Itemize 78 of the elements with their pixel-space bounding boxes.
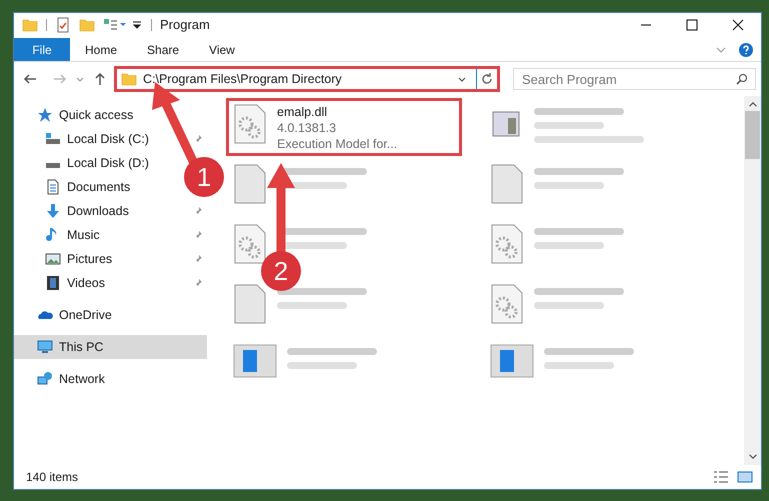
- refresh-icon[interactable]: [480, 72, 494, 86]
- picture-icon: [45, 251, 61, 267]
- gear-file-icon: [490, 284, 524, 324]
- film-icon: [45, 275, 61, 291]
- minimize-icon: [640, 24, 652, 26]
- sidebar-item[interactable]: Downloads: [14, 199, 207, 223]
- sidebar-label: Network: [59, 370, 105, 388]
- sidebar-group[interactable]: Quick access: [14, 103, 142, 127]
- sidebar-item[interactable]: Local Disk (D:): [14, 151, 157, 175]
- customize-toolbar-icon[interactable]: [103, 16, 127, 32]
- folder-icon: [22, 16, 38, 32]
- item-count: 140 items: [26, 469, 78, 486]
- ribbon-tab[interactable]: Home: [70, 38, 132, 61]
- sidebar-label: OneDrive: [59, 306, 112, 324]
- sidebar-label: Local Disk (C:): [67, 130, 149, 148]
- sidebar-label: Pictures: [67, 250, 112, 268]
- ribbon-tab[interactable]: File: [14, 38, 70, 61]
- blurred-detail-bar: [534, 122, 604, 129]
- search-field[interactable]: Search Program: [513, 68, 756, 90]
- search-icon[interactable]: [736, 73, 748, 85]
- file-name: emalp.dll: [277, 104, 328, 120]
- sidebar-label: Local Disk (D:): [67, 154, 149, 172]
- blurred-detail-bar: [534, 242, 604, 249]
- blurred-detail-bar: [277, 302, 347, 309]
- drive-icon: [45, 131, 61, 147]
- sidebar-item[interactable]: Documents: [14, 175, 138, 199]
- sidebar-item[interactable]: Music: [14, 223, 207, 247]
- scrollbar-thumb[interactable]: [745, 111, 760, 159]
- window-app-icon: [233, 344, 277, 378]
- ribbon-tab[interactable]: View: [194, 38, 250, 61]
- help-icon[interactable]: [739, 42, 753, 56]
- chevron-up-icon[interactable]: [748, 102, 756, 107]
- scrollbar[interactable]: [744, 96, 761, 465]
- gear-file-icon: [233, 224, 267, 264]
- blurred-detail-bar: [534, 182, 604, 189]
- sidebar-item[interactable]: Pictures: [14, 247, 207, 271]
- blurred-detail-bar: [544, 362, 614, 369]
- blurred-detail-bar: [287, 362, 357, 369]
- sidebar-label: This PC: [59, 338, 104, 356]
- gear-file-icon: [233, 104, 267, 144]
- sidebar-group[interactable]: OneDrive: [14, 303, 120, 327]
- maximize-icon: [686, 18, 698, 30]
- document-icon: [45, 179, 61, 195]
- sidebar-label: Music: [67, 226, 100, 244]
- sidebar-item[interactable]: Videos: [14, 271, 207, 295]
- blank-file-icon: [490, 164, 524, 204]
- sidebar-item[interactable]: Local Disk (C:): [14, 127, 207, 151]
- new-folder-icon: [79, 16, 95, 32]
- monitor-icon: [37, 339, 53, 355]
- star-icon: [37, 107, 53, 123]
- file-tile[interactable]: emalp.dll 4.0.1381.3 Execution Model for...: [226, 98, 462, 156]
- ribbon-tab[interactable]: Share: [132, 38, 194, 61]
- close-icon: [732, 18, 744, 30]
- chevron-down-icon[interactable]: [748, 454, 756, 459]
- address-path: C:\Program Files\Program Directory: [143, 70, 342, 88]
- download-arrow-icon: [45, 203, 61, 219]
- dropdown-icon[interactable]: [131, 18, 143, 30]
- details-view-icon[interactable]: [713, 469, 729, 485]
- sidebar-label: Quick access: [59, 106, 134, 124]
- sidebar-label: Documents: [67, 178, 130, 196]
- drive-icon: [45, 162, 61, 168]
- blurred-detail-bar: [534, 302, 604, 309]
- file-detail: Execution Model for...: [277, 136, 398, 152]
- properties-icon[interactable]: [55, 16, 71, 32]
- gear-file-icon: [490, 224, 524, 264]
- sidebar-group[interactable]: This PC: [14, 335, 207, 359]
- thumbnail-view-icon[interactable]: [737, 469, 753, 485]
- network-icon: [37, 371, 53, 387]
- blank-file-icon: [233, 284, 267, 324]
- sidebar-label: Downloads: [67, 202, 129, 220]
- window-app-icon: [490, 344, 534, 378]
- sidebar-group[interactable]: Network: [14, 367, 113, 391]
- address-bar[interactable]: C:\Program Files\Program Directory: [114, 66, 500, 92]
- file-detail: 4.0.1381.3: [277, 120, 338, 136]
- window-title: Program: [160, 16, 210, 34]
- blank-file-icon: [233, 164, 267, 204]
- sidebar-label: Videos: [67, 274, 105, 292]
- folder-icon: [121, 71, 137, 87]
